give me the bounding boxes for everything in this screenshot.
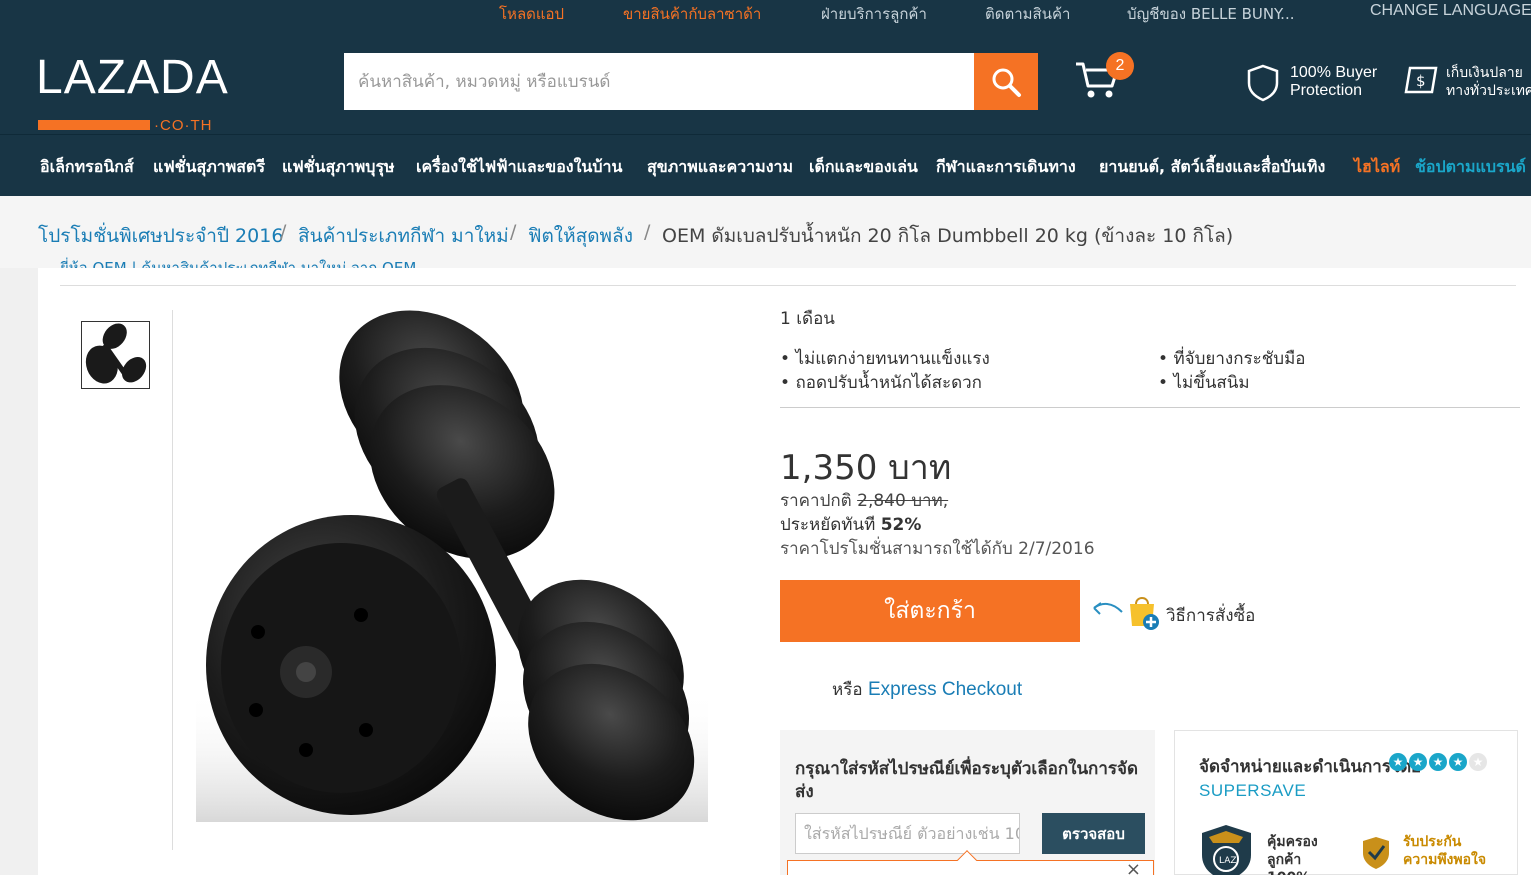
svg-text:LAZ: LAZ — [1219, 856, 1237, 866]
check-postcode-button[interactable]: ตรวจสอบ — [1042, 813, 1145, 854]
category-highlight[interactable]: ไฮไลท์ — [1354, 155, 1400, 180]
express-checkout-link[interactable]: Express Checkout — [868, 679, 1022, 700]
cart-button[interactable]: 2 — [1074, 52, 1144, 108]
buyer-protection-badge-label: คุ้มครองลูกค้า 100% — [1267, 834, 1318, 875]
breadcrumb-item[interactable]: ฟิตให้สุดพลัง — [528, 221, 633, 251]
star-icon: ★ — [1409, 753, 1427, 771]
download-app-link[interactable]: โหลดแอป — [499, 2, 564, 26]
category-women-fashion[interactable]: แฟชั่นสุภาพสตรี — [153, 155, 265, 180]
top-utility-bar: โหลดแอป ขายสินค้ากับลาซาด้า ฝ่ายบริการลู… — [0, 0, 1531, 28]
seller-name[interactable]: SUPERSAVE — [1199, 781, 1306, 801]
breadcrumb-separator: / — [280, 221, 287, 243]
postcode-title: กรุณาใส่รหัสไปรษณีย์เพื่อระบุตัวเลือกในก… — [795, 759, 1139, 802]
change-language-link[interactable]: CHANGE LANGUAGE — [1370, 2, 1531, 20]
close-icon[interactable]: × — [1126, 861, 1141, 875]
breadcrumb-separator: / — [644, 221, 651, 243]
category-shop-by-brand[interactable]: ช้อปตามแบรนด์ — [1415, 155, 1526, 180]
satisfaction-badge-label: รับประกันความพึงพอใจ — [1403, 834, 1487, 868]
original-price-label: ราคาปกติ — [780, 491, 852, 511]
page-background — [0, 268, 38, 875]
shield-icon — [1247, 64, 1279, 102]
category-health-beauty[interactable]: สุขภาพและความงาม — [647, 155, 793, 180]
seller-label: จัดจำหน่ายและดำเนินการโดย — [1199, 757, 1422, 777]
how-to-order-label: วิธีการสั่งซื้อ — [1166, 606, 1256, 626]
svg-text:$: $ — [1416, 72, 1426, 90]
category-nav: อิเล็กทรอนิกส์ แฟชั่นสุภาพสตรี แฟชั่นสุภ… — [0, 134, 1531, 196]
brand-line[interactable]: ยี่ห้อ OEM | ค้นหาสินค้าประเภทกีฬา มาใหม… — [60, 254, 416, 268]
savings: ประหยัดทันที 52% — [780, 511, 921, 538]
search-button[interactable] — [974, 53, 1038, 110]
check-badge-icon — [1363, 837, 1389, 869]
warranty-text: 1 เดือน — [780, 309, 835, 329]
seller-rating: ★ ★ ★ ★ ★ — [1389, 753, 1487, 773]
search-bar — [344, 53, 1038, 110]
feature-item: • ไม่แตกง่ายทนทานแข็งแรง — [780, 349, 990, 369]
savings-percent: 52% — [880, 515, 922, 535]
feature-item: • ถอดปรับน้ำหนักได้สะดวก — [780, 373, 982, 393]
express-checkout-line: หรือ Express Checkout — [832, 679, 1023, 700]
postcode-popup: × — [787, 850, 1154, 875]
lazada-logo[interactable]: LAZADA ·CO·TH — [36, 50, 228, 134]
product-thumbnail[interactable] — [81, 321, 150, 389]
account-link[interactable]: บัญชีของ BELLE BUNY... — [1127, 2, 1294, 26]
original-price: ราคาปกติ 2,840 บาท, — [780, 487, 948, 514]
divider — [60, 285, 1516, 286]
header: LAZADA ·CO·TH 2 100% Buyer Protection $ — [0, 28, 1531, 134]
star-icon: ★ — [1449, 753, 1467, 771]
sell-on-lazada-link[interactable]: ขายสินค้ากับลาซาด้า — [623, 2, 761, 26]
savings-label: ประหยัดทันที — [780, 515, 876, 535]
add-to-cart-button[interactable]: ใส่ตะกร้า — [780, 580, 1080, 642]
search-icon — [992, 68, 1021, 97]
category-electronics[interactable]: อิเล็กทรอนิกส์ — [40, 155, 134, 180]
cart-count-badge: 2 — [1106, 52, 1134, 80]
dumbbell-image — [196, 310, 708, 822]
feature-item: • ที่จับยางกระชับมือ — [1158, 349, 1306, 369]
category-home-appliances[interactable]: เครื่องใช้ไฟฟ้าและของในบ้าน — [416, 155, 622, 180]
seller-box: จัดจำหน่ายและดำเนินการโดย ★ ★ ★ ★ ★ SUPE… — [1174, 730, 1518, 875]
divider — [172, 310, 173, 850]
cash-on-delivery[interactable]: $ เก็บเงินปลายทางทั่วประเทศ — [1402, 64, 1531, 124]
breadcrumb-item[interactable]: สินค้าประเภทกีฬา มาใหม่ — [298, 221, 509, 251]
cod-label: เก็บเงินปลายทางทั่วประเทศ — [1446, 65, 1531, 99]
dumbbell-thumbnail-image — [85, 323, 147, 384]
how-to-order-link[interactable]: วิธีการสั่งซื้อ — [1090, 594, 1290, 634]
category-kids-toys[interactable]: เด็กและของเล่น — [809, 155, 918, 180]
category-sports-travel[interactable]: กีฬาและการเดินทาง — [936, 155, 1076, 180]
cash-icon: $ — [1404, 66, 1438, 94]
original-price-value: 2,840 บาท, — [857, 491, 949, 511]
arrow-left-icon — [1093, 602, 1123, 615]
promo-validity: ราคาโปรโมชั่นสามารถใช้ได้กับ 2/7/2016 — [780, 539, 1095, 559]
star-icon: ★ — [1389, 753, 1407, 771]
laz-shield-icon: LAZ — [1202, 825, 1251, 875]
customer-service-link[interactable]: ฝ่ายบริการลูกค้า — [821, 2, 927, 26]
search-input[interactable] — [344, 53, 974, 110]
feature-item: • ไม่ขึ้นสนิม — [1158, 373, 1250, 393]
star-icon: ★ — [1469, 753, 1487, 771]
current-price: 1,350 บาท — [780, 448, 952, 488]
breadcrumb-separator: / — [510, 221, 517, 243]
track-order-link[interactable]: ติดตามสินค้า — [985, 2, 1070, 26]
buyer-protection[interactable]: 100% Buyer Protection — [1246, 64, 1396, 104]
buyer-protection-label: 100% Buyer Protection — [1290, 64, 1378, 99]
breadcrumb-current: OEM ดัมเบลปรับน้ำหนัก 20 กิโล Dumbbell 2… — [662, 225, 1234, 247]
product-main-image[interactable] — [196, 310, 708, 822]
category-men-fashion[interactable]: แฟชั่นสุภาพบุรุษ — [282, 155, 395, 180]
shopping-bag-icon — [1130, 597, 1159, 630]
breadcrumb-item[interactable]: โปรโมชั่นพิเศษประจำปี 2016 — [38, 221, 283, 251]
divider — [780, 407, 1520, 408]
star-icon: ★ — [1429, 753, 1447, 771]
postcode-input[interactable] — [795, 813, 1020, 854]
category-auto-pets-media[interactable]: ยานยนต์, สัตว์เลี้ยงและสื่อบันเทิง — [1099, 155, 1325, 180]
